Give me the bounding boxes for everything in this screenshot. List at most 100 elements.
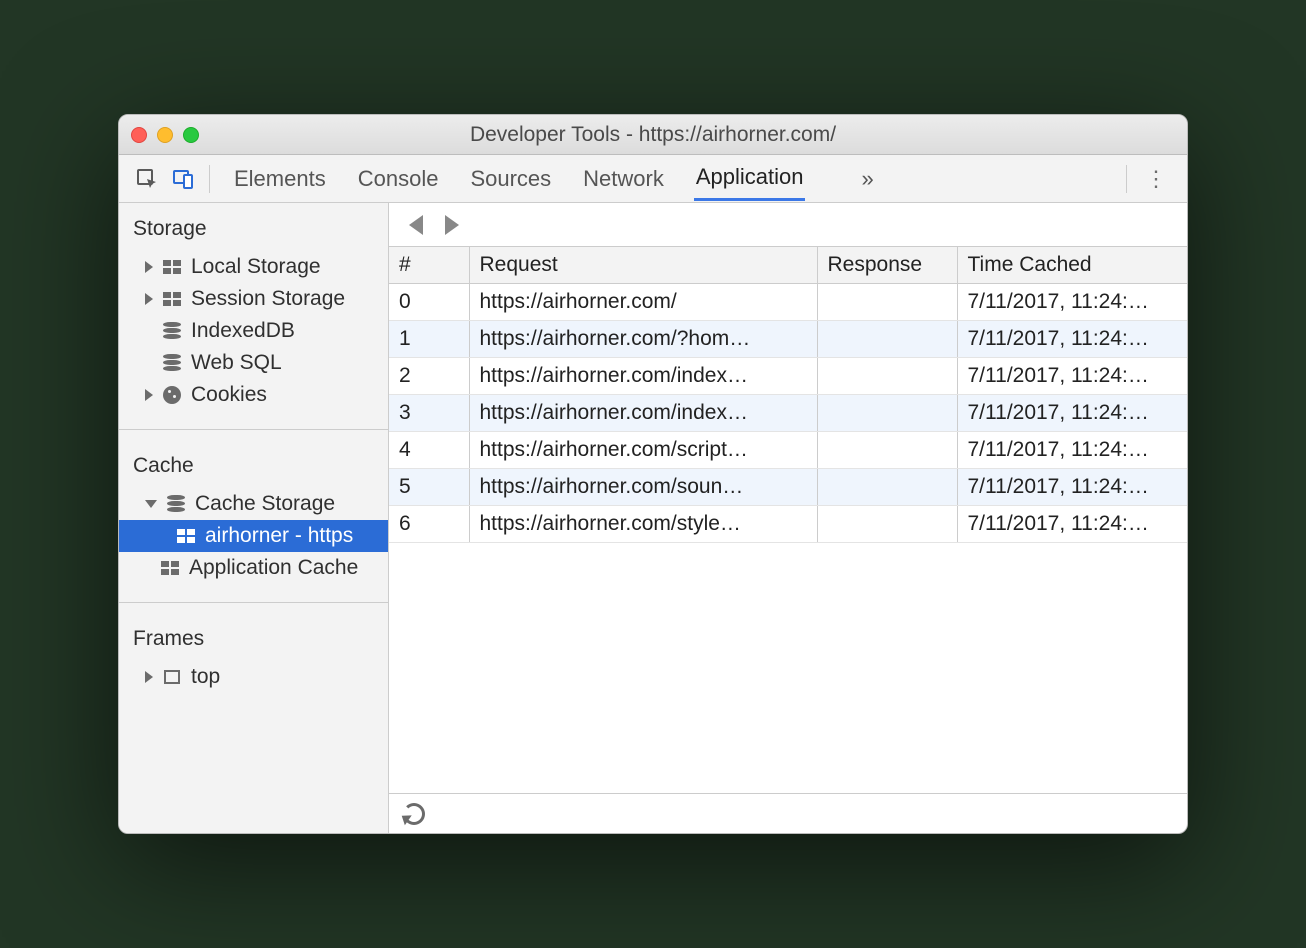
- table-row[interactable]: 6https://airhorner.com/style… 7/11/2017, …: [389, 506, 1187, 543]
- inspect-element-icon[interactable]: [129, 161, 165, 197]
- tab-sources[interactable]: Sources: [468, 158, 553, 200]
- sidebar-section-frames: Frames top: [119, 613, 388, 701]
- grid-icon: [175, 527, 197, 545]
- minimize-window-button[interactable]: [157, 127, 173, 143]
- cookie-icon: [161, 386, 183, 404]
- table-header-row: # Request Response Time Cached: [389, 247, 1187, 284]
- cache-nav-strip: [389, 203, 1187, 247]
- table-row[interactable]: 4https://airhorner.com/script…7/11/2017,…: [389, 432, 1187, 469]
- sidebar-item-label: IndexedDB: [191, 319, 295, 343]
- sidebar-item-cache-airhorner[interactable]: airhorner - https: [119, 520, 388, 552]
- cell-num: 0: [389, 284, 469, 321]
- sidebar-item-label: Cookies: [191, 383, 267, 407]
- sidebar-item-label: Session Storage: [191, 287, 345, 311]
- cell-request: https://airhorner.com/style…: [469, 506, 817, 543]
- cache-table: # Request Response Time Cached 0https://…: [389, 247, 1187, 793]
- expand-icon: [145, 293, 153, 305]
- database-icon: [161, 354, 183, 372]
- cell-num: 2: [389, 358, 469, 395]
- window-title: Developer Tools - https://airhorner.com/: [119, 123, 1187, 147]
- panel-tabs: Elements Console Sources Network Applica…: [232, 156, 874, 201]
- sidebar-item-frame-top[interactable]: top: [119, 661, 388, 693]
- nav-forward-icon[interactable]: [445, 215, 459, 235]
- sidebar-item-websql[interactable]: Web SQL: [119, 347, 388, 379]
- sidebar-item-indexeddb[interactable]: IndexedDB: [119, 315, 388, 347]
- sidebar-divider: [119, 602, 388, 603]
- tabs-overflow-icon[interactable]: »: [861, 166, 873, 192]
- cell-time: 7/11/2017, 11:24:…: [957, 469, 1187, 506]
- expand-icon: [145, 671, 153, 683]
- main-content: # Request Response Time Cached 0https://…: [389, 203, 1187, 833]
- sidebar-item-cookies[interactable]: Cookies: [119, 379, 388, 411]
- cell-response: [817, 395, 957, 432]
- collapse-icon: [145, 500, 157, 508]
- sidebar-item-cache-storage[interactable]: Cache Storage: [119, 488, 388, 520]
- tab-elements[interactable]: Elements: [232, 158, 328, 200]
- cell-num: 4: [389, 432, 469, 469]
- cell-response: [817, 284, 957, 321]
- cell-time: 7/11/2017, 11:24:…: [957, 395, 1187, 432]
- toolbar-divider: [1126, 165, 1127, 193]
- sidebar-item-application-cache[interactable]: Application Cache: [119, 552, 388, 584]
- cache-footer: [389, 793, 1187, 833]
- cell-request: https://airhorner.com/soun…: [469, 469, 817, 506]
- sidebar-item-label: Web SQL: [191, 351, 282, 375]
- refresh-icon[interactable]: [403, 803, 425, 825]
- nav-back-icon[interactable]: [409, 215, 423, 235]
- grid-icon: [159, 559, 181, 577]
- cell-time: 7/11/2017, 11:24:…: [957, 284, 1187, 321]
- tab-console[interactable]: Console: [356, 158, 441, 200]
- cell-time: 7/11/2017, 11:24:…: [957, 358, 1187, 395]
- col-index[interactable]: #: [389, 247, 469, 284]
- close-window-button[interactable]: [131, 127, 147, 143]
- grid-icon: [161, 258, 183, 276]
- sidebar-section-title: Storage: [119, 217, 388, 251]
- cell-response: [817, 321, 957, 358]
- toolbar-divider: [209, 165, 210, 193]
- zoom-window-button[interactable]: [183, 127, 199, 143]
- cell-response: [817, 469, 957, 506]
- cell-request: https://airhorner.com/index…: [469, 395, 817, 432]
- window-controls: [131, 127, 199, 143]
- cell-num: 1: [389, 321, 469, 358]
- sidebar-item-session-storage[interactable]: Session Storage: [119, 283, 388, 315]
- table-row[interactable]: 2https://airhorner.com/index… 7/11/2017, …: [389, 358, 1187, 395]
- sidebar-item-label: Cache Storage: [195, 492, 335, 516]
- cell-request: https://airhorner.com/script…: [469, 432, 817, 469]
- expand-icon: [145, 389, 153, 401]
- sidebar-item-label: Local Storage: [191, 255, 321, 279]
- device-toolbar-icon[interactable]: [165, 161, 201, 197]
- application-sidebar: Storage Local Storage Session Storage In…: [119, 203, 389, 833]
- table-row[interactable]: 0https://airhorner.com/7/11/2017, 11:24:…: [389, 284, 1187, 321]
- cell-request: https://airhorner.com/?hom…: [469, 321, 817, 358]
- panel-body: Storage Local Storage Session Storage In…: [119, 203, 1187, 833]
- titlebar: Developer Tools - https://airhorner.com/: [119, 115, 1187, 155]
- cell-response: [817, 506, 957, 543]
- col-request[interactable]: Request: [469, 247, 817, 284]
- cell-time: 7/11/2017, 11:24:…: [957, 321, 1187, 358]
- cell-response: [817, 432, 957, 469]
- cell-time: 7/11/2017, 11:24:…: [957, 506, 1187, 543]
- grid-icon: [161, 290, 183, 308]
- devtools-window: Developer Tools - https://airhorner.com/…: [118, 114, 1188, 834]
- cell-num: 5: [389, 469, 469, 506]
- cell-num: 6: [389, 506, 469, 543]
- more-options-icon[interactable]: ⋮: [1135, 166, 1177, 192]
- cell-response: [817, 358, 957, 395]
- sidebar-item-local-storage[interactable]: Local Storage: [119, 251, 388, 283]
- sidebar-item-label: top: [191, 665, 220, 689]
- col-response[interactable]: Response: [817, 247, 957, 284]
- cell-request: https://airhorner.com/index…: [469, 358, 817, 395]
- sidebar-section-cache: Cache Cache Storage airhorner - https Ap…: [119, 440, 388, 592]
- tab-network[interactable]: Network: [581, 158, 666, 200]
- table-row[interactable]: 5https://airhorner.com/soun… 7/11/2017, 1…: [389, 469, 1187, 506]
- sidebar-item-label: airhorner - https: [205, 524, 353, 548]
- devtools-toolbar: Elements Console Sources Network Applica…: [119, 155, 1187, 203]
- tab-application[interactable]: Application: [694, 156, 806, 201]
- cell-num: 3: [389, 395, 469, 432]
- col-time[interactable]: Time Cached: [957, 247, 1187, 284]
- table-row[interactable]: 1https://airhorner.com/?hom… 7/11/2017, 1…: [389, 321, 1187, 358]
- sidebar-divider: [119, 429, 388, 430]
- table-row[interactable]: 3https://airhorner.com/index… 7/11/2017, …: [389, 395, 1187, 432]
- frame-icon: [161, 668, 183, 686]
